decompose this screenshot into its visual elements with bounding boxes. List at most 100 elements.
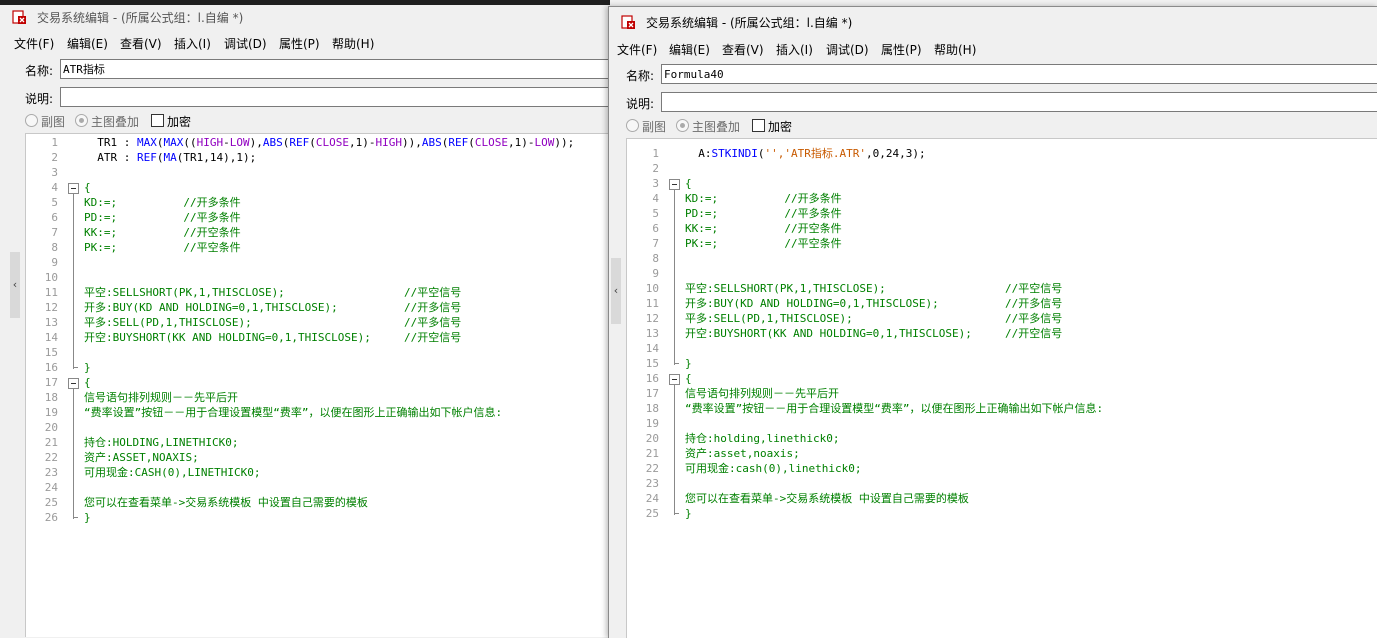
name-input[interactable]: ATR指标: [60, 59, 610, 79]
code-line: }: [84, 360, 91, 375]
radio-icon: [25, 114, 38, 127]
menu-help[interactable]: 帮助(H): [332, 35, 374, 52]
sub-chart-label: 副图: [642, 120, 667, 134]
menu-properties[interactable]: 属性(P): [279, 35, 320, 52]
code-token: KD:=; //开多条件: [685, 192, 842, 205]
line-number: 4: [51, 181, 58, 194]
description-input[interactable]: [661, 92, 1377, 112]
line-number: 25: [44, 496, 58, 509]
code-line: PD:=; //平多条件: [84, 210, 241, 225]
menu-edit[interactable]: 编辑(E): [67, 35, 108, 52]
background-window-strip: [0, 0, 610, 5]
code-line: 开空:BUYSHORT(KK AND HOLDING=0,1,THISCLOSE…: [685, 326, 1062, 341]
menu-view[interactable]: 查看(V): [722, 41, 764, 58]
code-area[interactable]: TR1 : MAX(MAX((HIGH-LOW),ABS(REF(CLOSE,1…: [84, 134, 610, 637]
line-number: 17: [645, 387, 659, 400]
sub-chart-radio[interactable]: 副图: [25, 113, 65, 130]
code-token: 平空:SELLSHORT(PK,1,THISCLOSE); //平空信号: [84, 286, 462, 299]
main-overlay-radio[interactable]: 主图叠加: [75, 113, 139, 130]
sub-chart-radio[interactable]: 副图: [626, 118, 666, 135]
code-line: 开空:BUYSHORT(KK AND HOLDING=0,1,THISCLOSE…: [84, 330, 461, 345]
line-number: 20: [645, 432, 659, 445]
code-line: KD:=; //开多条件: [84, 195, 241, 210]
code-area[interactable]: A:STKINDI('','ATR指标.ATR',0,24,3); {KD:=; …: [685, 139, 1377, 638]
code-token: “费率设置”按钮－－用于合理设置模型“费率”，以便在图形上正确输出如下帐户信息:: [685, 402, 1104, 415]
code-token: 开多:BUY(KD AND HOLDING=0,1,THISCLOSE); //…: [685, 297, 1063, 310]
menu-view[interactable]: 查看(V): [120, 35, 162, 52]
name-input[interactable]: Formula40: [661, 64, 1377, 84]
line-number: 23: [645, 477, 659, 490]
line-number: 18: [44, 391, 58, 404]
right-title-bar[interactable]: 交易系统编辑 - (所属公式组：l.自编 *): [609, 11, 1377, 33]
menu-help[interactable]: 帮助(H): [934, 41, 976, 58]
fold-end: [674, 363, 679, 364]
fold-guide: [73, 194, 74, 369]
line-number: 8: [652, 252, 659, 265]
fold-collapse-icon[interactable]: [669, 374, 680, 385]
encrypt-label: 加密: [768, 120, 793, 134]
collapse-arrow-icon[interactable]: ‹: [10, 252, 20, 318]
line-number: 18: [645, 402, 659, 415]
code-token: HIGH: [375, 136, 402, 149]
radio-icon: [626, 119, 639, 132]
code-token: LOW: [534, 136, 555, 149]
code-line: PK:=; //平空条件: [84, 240, 241, 255]
code-token: ABS: [421, 136, 442, 149]
line-number: 20: [44, 421, 58, 434]
line-number: 2: [652, 162, 659, 175]
description-row: 说明:: [25, 87, 610, 109]
description-input[interactable]: [60, 87, 610, 107]
code-token: ));: [554, 136, 575, 149]
code-line: PD:=; //平多条件: [685, 206, 842, 221]
line-number: 11: [44, 286, 58, 299]
code-editor[interactable]: 1 2 3 4 5 6 7 8 9 10 11 12 13 14 15 16 17 18 19 20 21 22 23 24 2…: [626, 138, 1377, 638]
code-token: STKINDI: [711, 147, 758, 160]
menu-debug[interactable]: 调试(D): [224, 35, 267, 52]
encrypt-checkbox[interactable]: 加密: [151, 113, 191, 130]
code-line: {: [84, 180, 91, 195]
code-token: 平多:SELL(PD,1,THISCLOSE); //平多信号: [685, 312, 1063, 325]
fold-end: [674, 513, 679, 514]
string-literal: '','ATR指标.ATR': [764, 147, 866, 160]
line-number: 9: [51, 256, 58, 269]
line-number: 12: [645, 312, 659, 325]
code-token: ,1)-: [507, 136, 535, 149]
collapse-arrow-icon[interactable]: ‹: [611, 258, 621, 324]
code-line: 开多:BUY(KD AND HOLDING=0,1,THISCLOSE); //…: [685, 296, 1062, 311]
code-token: 可用现金:cash(0),linethick0;: [685, 462, 862, 475]
line-number: 19: [44, 406, 58, 419]
line-number: 9: [652, 267, 659, 280]
menu-file[interactable]: 文件(F): [617, 41, 657, 58]
menu-insert[interactable]: 插入(I): [174, 35, 211, 52]
code-token: 您可以在查看菜单->交易系统模板 中设置自己需要的模板: [685, 492, 969, 505]
checkbox-icon: [151, 114, 164, 127]
menu-debug[interactable]: 调试(D): [826, 41, 869, 58]
code-editor[interactable]: 1 2 3 4 5 6 7 8 9 10 11 12 13 14 15 16 17 18 19 20 21 22 23 24 2…: [25, 133, 610, 637]
line-number: 16: [44, 361, 58, 374]
window-title: 交易系统编辑 - (所属公式组：l.自编 *): [37, 11, 244, 25]
main-overlay-label: 主图叠加: [692, 120, 741, 134]
name-row: 名称: ATR指标: [25, 59, 610, 81]
code-token: PK:=; //平空条件: [84, 241, 241, 254]
code-line: 信号语句排列规则－－先平后开: [685, 386, 839, 401]
main-overlay-radio[interactable]: 主图叠加: [676, 118, 740, 135]
menu-file[interactable]: 文件(F): [14, 35, 54, 52]
line-number: 5: [652, 207, 659, 220]
menu-properties[interactable]: 属性(P): [881, 41, 922, 58]
fold-guide: [674, 385, 675, 515]
fold-collapse-icon[interactable]: [68, 378, 79, 389]
code-line: PK:=; //平空条件: [685, 236, 842, 251]
left-title-bar[interactable]: 交易系统编辑 - (所属公式组：l.自编 *): [0, 6, 610, 28]
fold-collapse-icon[interactable]: [669, 179, 680, 190]
line-number: 12: [44, 301, 58, 314]
menu-insert[interactable]: 插入(I): [776, 41, 813, 58]
radio-selected-icon: [75, 114, 88, 127]
line-number: 7: [51, 226, 58, 239]
code-line: 持仓:HOLDING,LINETHICK0;: [84, 435, 238, 450]
code-token: (: [468, 136, 475, 149]
fold-collapse-icon[interactable]: [68, 183, 79, 194]
line-number: 11: [645, 297, 659, 310]
menu-edit[interactable]: 编辑(E): [669, 41, 710, 58]
encrypt-checkbox[interactable]: 加密: [752, 118, 792, 135]
code-line: 平空:SELLSHORT(PK,1,THISCLOSE); //平空信号: [84, 285, 461, 300]
